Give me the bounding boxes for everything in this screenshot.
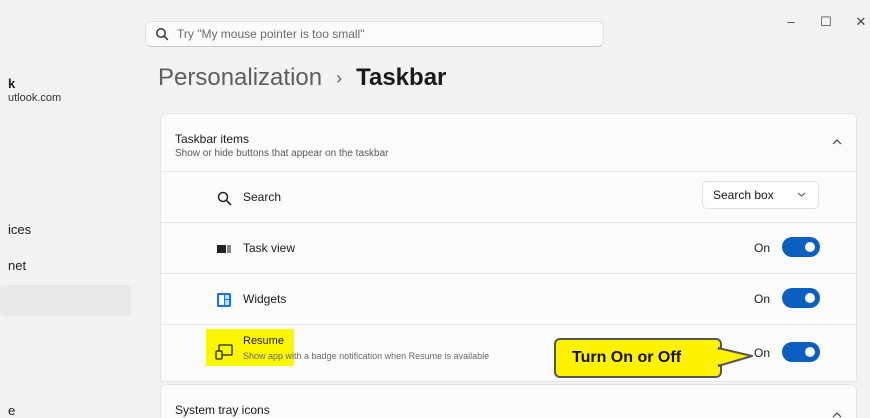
resume-state: On [754, 346, 771, 360]
sidebar-item-network[interactable]: net [8, 258, 26, 273]
search-icon [156, 28, 169, 41]
task-view-row: Task view On [160, 222, 857, 274]
taskbar-items-header[interactable]: Taskbar items Show or hide buttons that … [160, 113, 857, 174]
widgets-state: On [754, 292, 771, 306]
chevron-up-icon[interactable] [832, 411, 842, 418]
resume-icon [215, 343, 233, 361]
widgets-row: Widgets On [160, 273, 857, 325]
resume-label: Resume [243, 335, 284, 347]
task-view-toggle[interactable] [782, 237, 820, 257]
search-input[interactable]: Try "My mouse pointer is too small" [145, 21, 604, 47]
search-placeholder: Try "My mouse pointer is too small" [177, 27, 365, 41]
account-name: k [8, 76, 16, 91]
chevron-down-icon [797, 192, 806, 197]
next-section-title: System tray icons [175, 403, 270, 417]
chevron-up-icon[interactable] [832, 138, 842, 146]
sidebar-item-devices[interactable]: ices [8, 222, 31, 237]
page-title: Taskbar [356, 64, 447, 91]
task-view-label: Task view [243, 241, 296, 255]
widgets-toggle[interactable] [782, 288, 820, 308]
widgets-icon [215, 291, 233, 309]
sidebar-item-more[interactable]: e [8, 403, 15, 418]
dropdown-value: Search box [713, 188, 774, 202]
minimize-button[interactable]: – [781, 14, 801, 29]
search-mode-dropdown[interactable]: Search box [702, 181, 819, 209]
callout-pointer [718, 347, 753, 367]
search-row: Search Search box [160, 171, 857, 223]
task-view-state: On [754, 241, 771, 255]
maximize-button[interactable]: ☐ [816, 14, 836, 30]
close-button[interactable]: ✕ [851, 14, 870, 30]
sidebar-item-personalization-selected[interactable] [0, 285, 131, 316]
toggle-knob [805, 293, 815, 303]
system-tray-icons-header[interactable]: System tray icons [160, 384, 857, 418]
callout-bubble: Turn On or Off [554, 338, 722, 378]
task-view-icon [215, 240, 233, 258]
breadcrumb: Personalization › Taskbar [158, 64, 446, 92]
breadcrumb-parent[interactable]: Personalization [158, 64, 322, 92]
section-title: Taskbar items [175, 132, 250, 146]
toggle-knob [805, 242, 815, 252]
resume-description: Show app with a badge notification when … [243, 351, 490, 361]
sidebar: k utlook.com ices net e [0, 0, 140, 418]
search-label: Search [243, 190, 282, 204]
widgets-label: Widgets [243, 292, 287, 306]
account-email: utlook.com [8, 92, 62, 104]
search-icon [215, 189, 233, 207]
section-subtitle: Show or hide buttons that appear on the … [175, 148, 389, 159]
breadcrumb-separator: › [336, 67, 343, 88]
toggle-knob [805, 347, 815, 357]
resume-toggle[interactable] [782, 342, 820, 362]
